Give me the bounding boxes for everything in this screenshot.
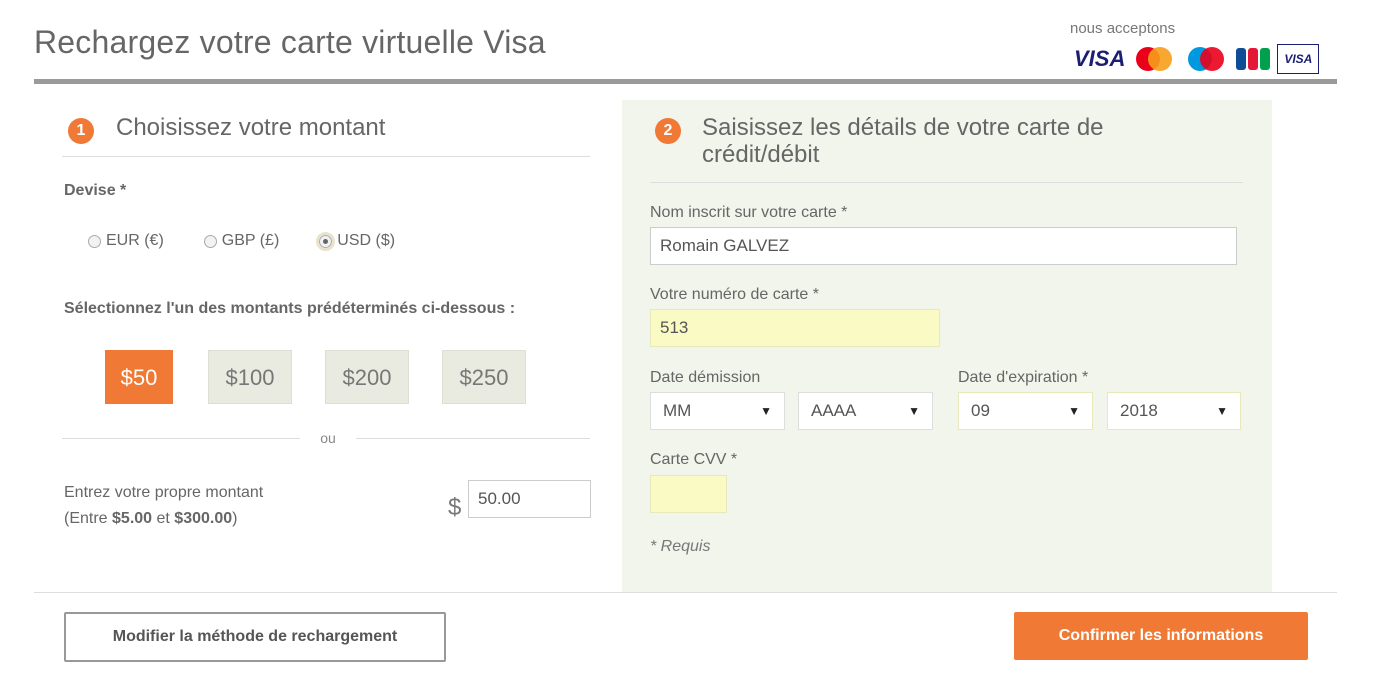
amount-button-250[interactable]: $250: [442, 350, 526, 404]
visa-electron-icon: VISA: [1277, 44, 1320, 74]
footer-divider: [34, 592, 1337, 593]
currency-option-label: EUR (€): [106, 232, 164, 249]
currency-option-usd[interactable]: USD ($): [316, 231, 396, 251]
modify-method-button[interactable]: Modifier la méthode de rechargement: [64, 612, 446, 662]
custom-amount-input[interactable]: 50.00: [468, 480, 591, 518]
step-1-title: Choisissez votre montant: [116, 114, 386, 141]
card-name-label: Nom inscrit sur votre carte *: [650, 204, 848, 221]
currency-label: Devise *: [64, 182, 127, 199]
currency-option-gbp[interactable]: GBP (£): [203, 232, 280, 250]
radio-selected-icon[interactable]: [316, 231, 336, 251]
accepted-cards-label: nous acceptons: [1070, 20, 1176, 37]
step-2-title-line-1: Saisissez les détails de votre carte de: [702, 114, 1104, 141]
issue-month-select[interactable]: MM ▼: [650, 392, 785, 430]
step-1-divider: [62, 156, 590, 157]
currency-radio-group: EUR (€) GBP (£) USD ($): [88, 231, 396, 251]
cvv-label: Carte CVV *: [650, 451, 738, 468]
card-name-input[interactable]: Romain GALVEZ: [650, 227, 1237, 265]
confirm-button[interactable]: Confirmer les informations: [1014, 612, 1308, 660]
page-title: Rechargez votre carte virtuelle Visa: [34, 24, 546, 60]
maestro-icon: [1183, 45, 1229, 73]
visa-icon: VISA: [1074, 46, 1126, 71]
currency-option-label: USD ($): [337, 232, 396, 249]
amount-button-100[interactable]: $100: [208, 350, 292, 404]
accepted-cards: VISA VISA: [1074, 44, 1320, 74]
expiry-year-select[interactable]: 2018 ▼: [1107, 392, 1241, 430]
dropdown-arrow-icon: ▼: [760, 404, 772, 418]
preset-amounts-label: Sélectionnez l'un des montants prédéterm…: [64, 300, 516, 317]
card-number-label: Votre numéro de carte *: [650, 286, 819, 303]
jcb-icon: [1235, 45, 1271, 73]
dropdown-arrow-icon: ▼: [908, 404, 920, 418]
step-2-badge: 2: [655, 118, 681, 144]
issue-year-select[interactable]: AAAA ▼: [798, 392, 933, 430]
step-2-divider: [650, 182, 1243, 183]
issue-date-label: Date démission: [650, 369, 761, 386]
card-number-input[interactable]: 513: [650, 309, 940, 347]
step-1-badge: 1: [68, 118, 94, 144]
currency-option-eur[interactable]: EUR (€): [88, 232, 164, 250]
custom-amount-range: (Entre $5.00 et $300.00): [64, 510, 238, 527]
currency-option-label: GBP (£): [221, 232, 280, 249]
amount-button-200[interactable]: $200: [325, 350, 409, 404]
radio-icon[interactable]: [203, 234, 217, 248]
custom-amount-label: Entrez votre propre montant: [64, 484, 264, 501]
mastercard-icon: [1131, 45, 1177, 73]
or-text: ou: [300, 430, 356, 446]
dropdown-arrow-icon: ▼: [1216, 404, 1228, 418]
required-note: * Requis: [650, 538, 711, 555]
title-divider: [34, 79, 1337, 84]
radio-icon[interactable]: [88, 234, 101, 248]
expiry-month-select[interactable]: 09 ▼: [958, 392, 1093, 430]
cvv-input[interactable]: [650, 475, 727, 513]
dropdown-arrow-icon: ▼: [1068, 404, 1080, 418]
currency-symbol: $: [448, 494, 462, 521]
step-2-title-line-2: crédit/débit: [702, 141, 820, 168]
expiry-date-label: Date d'expiration *: [958, 369, 1089, 386]
amount-button-50[interactable]: $50: [105, 350, 173, 404]
